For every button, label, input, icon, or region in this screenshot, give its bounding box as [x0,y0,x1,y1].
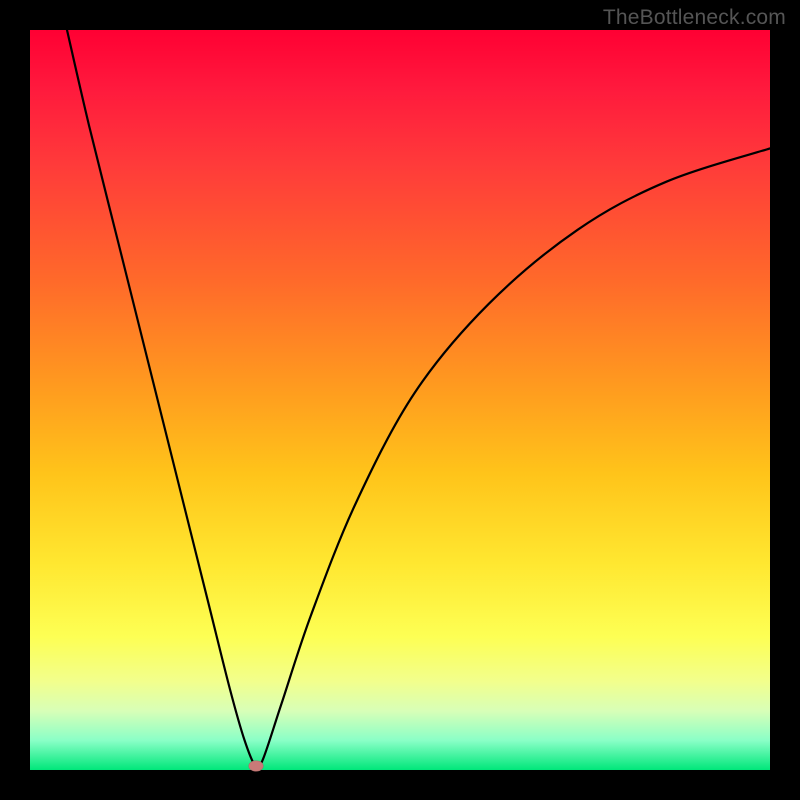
watermark-text: TheBottleneck.com [603,6,786,30]
curve-svg [30,30,770,770]
plot-area [30,30,770,770]
optimal-point-marker [248,761,263,772]
chart-frame: TheBottleneck.com [0,0,800,800]
bottleneck-curve [67,30,770,768]
